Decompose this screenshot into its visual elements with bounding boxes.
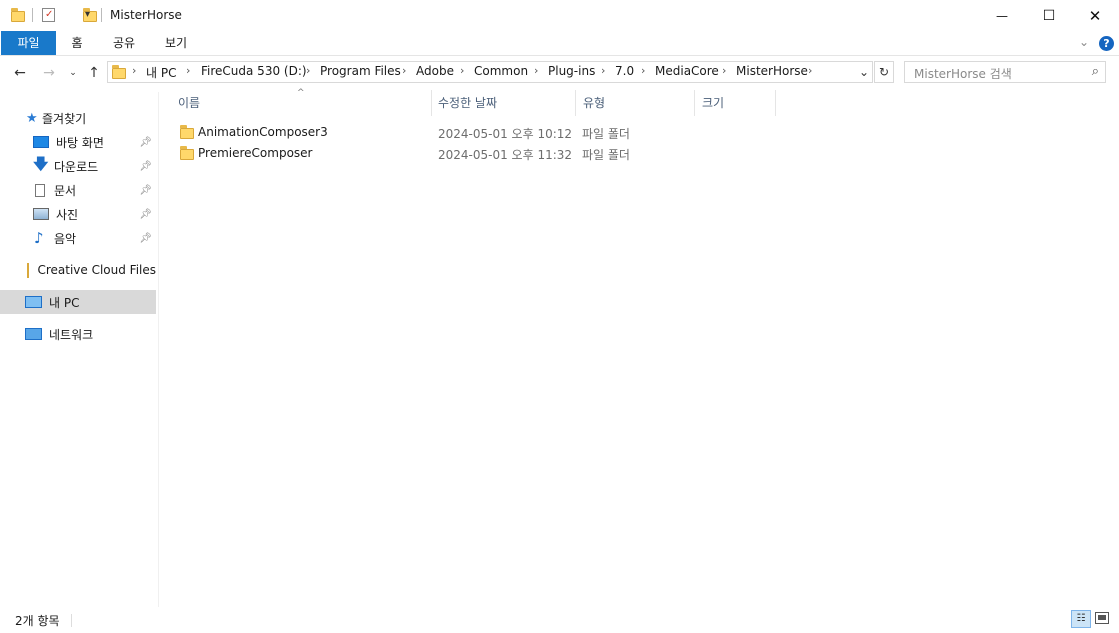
folder-icon bbox=[180, 146, 194, 160]
pin-icon[interactable]: 📌︎ bbox=[139, 161, 152, 172]
navigation-pane: ★ 즐겨찾기 바탕 화면 📌︎ 🡇 다운로드 📌︎ 문서 📌︎ 사진 📌︎ ♪ … bbox=[0, 92, 159, 607]
breadcrumb-drive[interactable]: FireCuda 530 (D:) bbox=[201, 64, 307, 78]
forward-arrow-icon[interactable]: → bbox=[40, 64, 58, 82]
tab-share[interactable]: 공유 bbox=[106, 31, 142, 55]
recent-locations-icon[interactable]: ⌄ bbox=[64, 64, 82, 82]
customize-toolbar-icon[interactable]: ▾ bbox=[85, 9, 90, 20]
network-icon bbox=[25, 328, 42, 340]
breadcrumb-adobe[interactable]: Adobe bbox=[416, 64, 454, 78]
back-arrow-icon[interactable]: ← bbox=[11, 64, 29, 82]
desktop-icon bbox=[33, 136, 49, 148]
computer-icon bbox=[25, 296, 42, 308]
search-placeholder: MisterHorse 검색 bbox=[914, 67, 1012, 81]
breadcrumb-separator[interactable]: › bbox=[722, 64, 726, 77]
pin-icon[interactable]: 📌︎ bbox=[139, 209, 152, 220]
breadcrumb-misterhorse[interactable]: MisterHorse bbox=[736, 64, 808, 78]
item-count: 2개 항목 bbox=[15, 614, 60, 628]
file-type: 파일 폴더 bbox=[582, 148, 630, 162]
nav-item-music[interactable]: ♪ 음악 📌︎ bbox=[0, 226, 156, 250]
divider bbox=[101, 8, 102, 22]
up-arrow-icon[interactable]: ↑ bbox=[85, 64, 103, 82]
nav-item-pictures[interactable]: 사진 📌︎ bbox=[0, 202, 156, 226]
column-divider[interactable] bbox=[431, 90, 432, 116]
column-header-type[interactable]: 유형 bbox=[583, 90, 693, 116]
nav-quick-access[interactable]: ★ 즐겨찾기 bbox=[0, 106, 156, 130]
folder-icon bbox=[112, 65, 126, 79]
file-name: PremiereComposer bbox=[198, 146, 313, 160]
details-view-icon[interactable]: ☷ bbox=[1071, 610, 1091, 628]
minimize-button[interactable]: — bbox=[979, 0, 1025, 31]
breadcrumb-separator[interactable]: › bbox=[641, 64, 645, 77]
column-divider[interactable] bbox=[575, 90, 576, 116]
column-header-name[interactable]: 이름 bbox=[178, 90, 430, 116]
folder-icon bbox=[27, 262, 30, 278]
pin-icon[interactable]: 📌︎ bbox=[139, 137, 152, 148]
window-title: MisterHorse bbox=[110, 8, 182, 22]
tab-file[interactable]: 파일 bbox=[1, 31, 56, 55]
file-name: AnimationComposer3 bbox=[198, 125, 328, 139]
file-row[interactable]: AnimationComposer3 2024-05-01 오후 10:12 파… bbox=[170, 122, 776, 143]
nav-item-documents[interactable]: 문서 📌︎ bbox=[0, 178, 156, 202]
column-header-modified[interactable]: 수정한 날짜 bbox=[438, 90, 574, 116]
nav-item-desktop[interactable]: 바탕 화면 📌︎ bbox=[0, 130, 156, 154]
breadcrumb-separator[interactable]: › bbox=[402, 64, 406, 77]
nav-item-this-pc[interactable]: 내 PC bbox=[0, 290, 156, 314]
divider bbox=[32, 8, 33, 22]
column-divider[interactable] bbox=[694, 90, 695, 116]
title-bar: ✓ ▾ MisterHorse — ☐ ✕ bbox=[0, 0, 1119, 31]
properties-icon[interactable]: ✓ bbox=[42, 8, 55, 22]
breadcrumb-common[interactable]: Common bbox=[474, 64, 528, 78]
file-row[interactable]: PremiereComposer 2024-05-01 오후 11:32 파일 … bbox=[170, 143, 776, 164]
search-input[interactable]: MisterHorse 검색 ⌕ bbox=[904, 61, 1106, 83]
help-icon[interactable]: ? bbox=[1099, 36, 1114, 51]
nav-item-creative-cloud[interactable]: Creative Cloud Files bbox=[0, 258, 156, 282]
breadcrumb-plug-ins[interactable]: Plug-ins bbox=[548, 64, 595, 78]
column-header-size[interactable]: 크기 bbox=[702, 90, 774, 116]
divider bbox=[71, 614, 72, 627]
download-icon: 🡇 bbox=[33, 154, 49, 173]
tab-view[interactable]: 보기 bbox=[158, 31, 194, 55]
search-icon[interactable]: ⌕ bbox=[1092, 64, 1099, 79]
music-icon: ♪ bbox=[34, 229, 44, 247]
nav-item-network[interactable]: 네트워크 bbox=[0, 322, 156, 346]
breadcrumb-separator[interactable]: › bbox=[534, 64, 538, 77]
pictures-icon bbox=[33, 208, 49, 220]
nav-item-downloads[interactable]: 🡇 다운로드 📌︎ bbox=[0, 154, 156, 178]
breadcrumb-version[interactable]: 7.0 bbox=[615, 64, 634, 78]
breadcrumb-separator[interactable]: › bbox=[808, 64, 812, 77]
breadcrumb-separator[interactable]: › bbox=[306, 64, 310, 77]
folder-icon bbox=[180, 125, 194, 139]
file-type: 파일 폴더 bbox=[582, 127, 630, 141]
document-icon bbox=[35, 183, 45, 197]
breadcrumb-separator[interactable]: › bbox=[186, 64, 190, 77]
star-icon: ★ bbox=[26, 110, 38, 126]
address-dropdown-icon[interactable]: ⌄ bbox=[856, 62, 872, 82]
column-divider[interactable] bbox=[775, 90, 776, 116]
chevron-down-icon[interactable]: ⌄ bbox=[1079, 35, 1089, 49]
refresh-icon[interactable]: ↻ bbox=[874, 61, 894, 83]
breadcrumb-mediacore[interactable]: MediaCore bbox=[655, 64, 719, 78]
folder-icon bbox=[11, 8, 25, 22]
breadcrumb-separator[interactable]: › bbox=[460, 64, 464, 77]
large-icons-view-icon[interactable] bbox=[1095, 612, 1109, 624]
close-button[interactable]: ✕ bbox=[1072, 0, 1118, 31]
breadcrumb-program-files[interactable]: Program Files bbox=[320, 64, 401, 78]
breadcrumb-separator[interactable]: › bbox=[601, 64, 605, 77]
tab-home[interactable]: 홈 bbox=[63, 31, 91, 55]
breadcrumb-this-pc[interactable]: 내 PC bbox=[146, 64, 176, 81]
status-bar: 2개 항목 ☷ bbox=[0, 607, 1119, 633]
pin-icon[interactable]: 📌︎ bbox=[139, 185, 152, 196]
pin-icon[interactable]: 📌︎ bbox=[139, 233, 152, 244]
file-modified: 2024-05-01 오후 10:12 bbox=[438, 127, 573, 141]
maximize-button[interactable]: ☐ bbox=[1026, 0, 1072, 31]
file-modified: 2024-05-01 오후 11:32 bbox=[438, 148, 573, 162]
breadcrumb-separator[interactable]: › bbox=[132, 64, 136, 77]
